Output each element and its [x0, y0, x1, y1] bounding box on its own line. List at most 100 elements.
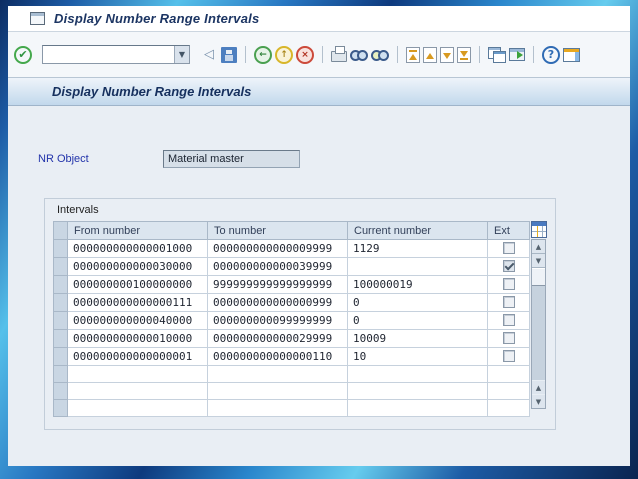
- cell-from-number[interactable]: 000000000000000001: [68, 348, 208, 366]
- cell-to-number[interactable]: 000000000000039999: [208, 258, 348, 276]
- create-shortcut-icon[interactable]: [509, 48, 525, 61]
- page-down-icon[interactable]: [440, 47, 454, 63]
- select-all-header[interactable]: [54, 222, 68, 240]
- find-next-icon[interactable]: [371, 48, 389, 62]
- row-selector[interactable]: [54, 348, 68, 366]
- help-icon[interactable]: ?: [542, 46, 560, 64]
- command-dropdown-icon[interactable]: ▼: [174, 46, 189, 63]
- toolbar-separator: [533, 46, 534, 63]
- ext-checkbox[interactable]: [503, 332, 515, 344]
- scroll-track[interactable]: [532, 286, 545, 380]
- row-selector[interactable]: [54, 330, 68, 348]
- print-icon[interactable]: [331, 51, 347, 62]
- column-header-from-number[interactable]: From number: [68, 222, 208, 240]
- nr-object-row: NR Object Material master: [38, 150, 300, 168]
- cell-from-number[interactable]: 000000000000040000: [68, 312, 208, 330]
- cell-ext: [488, 240, 530, 258]
- cell-from-number[interactable]: [68, 400, 208, 417]
- cell-from-number[interactable]: 000000000000030000: [68, 258, 208, 276]
- interval-row: 0000000000000400000000000000999999990: [54, 312, 530, 330]
- scroll-up-icon-bottom[interactable]: ▲: [532, 380, 545, 394]
- column-header-current-number[interactable]: Current number: [348, 222, 488, 240]
- cell-to-number[interactable]: 999999999999999999: [208, 276, 348, 294]
- nr-object-value: Material master: [168, 153, 244, 165]
- back-arrow-icon[interactable]: ←: [254, 46, 272, 64]
- cell-to-number[interactable]: [208, 400, 348, 417]
- column-header-ext[interactable]: Ext: [488, 222, 530, 240]
- ext-checkbox[interactable]: [503, 314, 515, 326]
- row-selector[interactable]: [54, 312, 68, 330]
- row-selector[interactable]: [54, 276, 68, 294]
- cell-to-number[interactable]: 000000000000029999: [208, 330, 348, 348]
- row-selector[interactable]: [54, 294, 68, 312]
- command-input[interactable]: [43, 46, 174, 63]
- scroll-down-icon[interactable]: ▼: [532, 254, 545, 268]
- interval-row: 0000000000000001110000000000000009990: [54, 294, 530, 312]
- cell-from-number[interactable]: 000000000000000111: [68, 294, 208, 312]
- ext-checkbox[interactable]: [503, 296, 515, 308]
- cell-from-number[interactable]: [68, 383, 208, 400]
- cell-to-number[interactable]: 000000000000000110: [208, 348, 348, 366]
- ext-checkbox[interactable]: [503, 260, 515, 272]
- save-icon[interactable]: [221, 47, 237, 63]
- last-page-icon[interactable]: [457, 47, 471, 63]
- cell-from-number[interactable]: 000000000000001000: [68, 240, 208, 258]
- cell-current-number[interactable]: [348, 366, 488, 383]
- interval-row: 00000000000000000100000000000000011010: [54, 348, 530, 366]
- cell-from-number[interactable]: 000000000100000000: [68, 276, 208, 294]
- cell-current-number[interactable]: 100000019: [348, 276, 488, 294]
- cell-ext: [488, 366, 530, 383]
- interval-row: 000000000000030000000000000000039999: [54, 258, 530, 276]
- first-page-icon[interactable]: [406, 47, 420, 63]
- ext-checkbox[interactable]: [503, 278, 515, 290]
- page-up-icon[interactable]: [423, 47, 437, 63]
- cancel-icon[interactable]: ×: [296, 46, 314, 64]
- scroll-down-icon-bottom[interactable]: ▼: [532, 394, 545, 408]
- vertical-scrollbar[interactable]: ▲ ▼ ▲ ▼: [531, 239, 546, 409]
- interval-row: 0000000001000000009999999999999999991000…: [54, 276, 530, 294]
- customize-layout-icon[interactable]: [563, 48, 580, 62]
- cell-from-number[interactable]: 000000000000010000: [68, 330, 208, 348]
- cell-to-number[interactable]: 000000000000009999: [208, 240, 348, 258]
- nr-object-label: NR Object: [38, 153, 163, 165]
- screen-title-bar: Display Number Range Intervals: [8, 78, 630, 106]
- cell-current-number[interactable]: 10009: [348, 330, 488, 348]
- window-titlebar: Display Number Range Intervals: [8, 6, 630, 32]
- cell-from-number[interactable]: [68, 366, 208, 383]
- cell-current-number[interactable]: 0: [348, 312, 488, 330]
- find-icon[interactable]: [350, 48, 368, 62]
- cell-current-number[interactable]: [348, 383, 488, 400]
- scroll-up-icon[interactable]: ▲: [532, 240, 545, 254]
- cell-to-number[interactable]: 000000000000000999: [208, 294, 348, 312]
- row-selector[interactable]: [54, 258, 68, 276]
- cell-current-number[interactable]: 0: [348, 294, 488, 312]
- ext-checkbox[interactable]: [503, 350, 515, 362]
- row-selector[interactable]: [54, 240, 68, 258]
- window-title: Display Number Range Intervals: [54, 11, 259, 26]
- row-selector[interactable]: [54, 400, 68, 417]
- empty-row: [54, 400, 530, 417]
- back-icon[interactable]: ◁: [200, 46, 218, 64]
- row-selector[interactable]: [54, 383, 68, 400]
- intervals-group: Intervals From number To number Current …: [44, 198, 556, 430]
- system-menu-icon[interactable]: [30, 12, 45, 25]
- toolbar-separator: [245, 46, 246, 63]
- ext-checkbox[interactable]: [503, 242, 515, 254]
- cell-to-number[interactable]: [208, 366, 348, 383]
- nr-object-field[interactable]: Material master: [163, 150, 300, 168]
- cell-to-number[interactable]: [208, 383, 348, 400]
- sap-window: Display Number Range Intervals ✔ ▼ ◁ ← ↑…: [8, 6, 630, 466]
- column-header-to-number[interactable]: To number: [208, 222, 348, 240]
- enter-icon[interactable]: ✔: [14, 46, 32, 64]
- scroll-thumb[interactable]: [532, 268, 545, 286]
- cell-current-number[interactable]: [348, 400, 488, 417]
- row-selector[interactable]: [54, 366, 68, 383]
- screen-title: Display Number Range Intervals: [52, 84, 251, 99]
- exit-icon[interactable]: ↑: [275, 46, 293, 64]
- new-session-icon[interactable]: [488, 47, 506, 63]
- cell-current-number[interactable]: [348, 258, 488, 276]
- cell-current-number[interactable]: 1129: [348, 240, 488, 258]
- cell-current-number[interactable]: 10: [348, 348, 488, 366]
- table-settings-icon[interactable]: [531, 221, 547, 238]
- cell-to-number[interactable]: 000000000099999999: [208, 312, 348, 330]
